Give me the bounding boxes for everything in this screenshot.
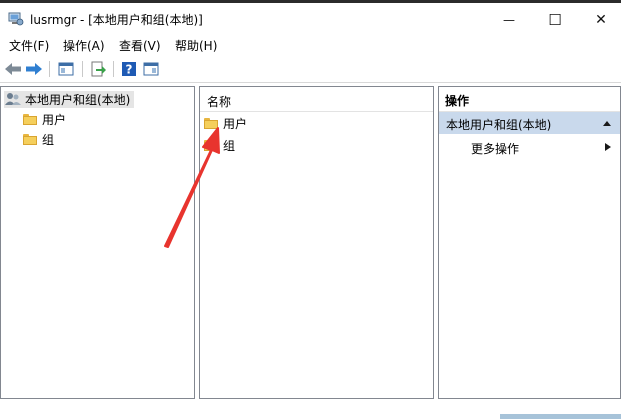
tree-root-item[interactable]: 本地用户和组(本地) bbox=[4, 90, 135, 108]
maximize-button[interactable]: ☐ bbox=[532, 6, 578, 34]
tree-item-label: 组 bbox=[42, 132, 55, 147]
list-item-groups[interactable]: 组 bbox=[204, 136, 235, 154]
title-bar[interactable]: lusrmgr - [本地用户和组(本地)] — ☐ ✕ bbox=[0, 3, 621, 33]
back-button[interactable] bbox=[3, 60, 23, 78]
list-item-users[interactable]: 用户 bbox=[204, 114, 247, 132]
export-list-icon bbox=[91, 61, 106, 77]
show-action-pane-button[interactable] bbox=[141, 60, 161, 78]
window-title: lusrmgr - [本地用户和组(本地)] bbox=[30, 13, 203, 27]
actions-header-label: 操作 bbox=[445, 94, 470, 108]
folder-icon bbox=[23, 133, 37, 145]
actions-pane: 操作 本地用户和组(本地) 更多操作 bbox=[438, 86, 621, 399]
folder-icon bbox=[204, 139, 218, 151]
console-tree-pane[interactable]: 本地用户和组(本地) 用户 组 bbox=[0, 86, 195, 399]
export-list-button[interactable] bbox=[88, 60, 108, 78]
more-actions-item[interactable]: 更多操作 bbox=[439, 136, 620, 158]
folder-icon bbox=[23, 113, 37, 125]
minimize-button[interactable]: — bbox=[486, 6, 532, 34]
forward-arrow-icon bbox=[26, 63, 42, 75]
tree-item-label: 用户 bbox=[42, 112, 67, 127]
toolbar: ? bbox=[0, 57, 621, 83]
menu-action[interactable]: 操作(A) bbox=[63, 37, 105, 54]
folder-icon bbox=[204, 117, 218, 129]
close-icon: ✕ bbox=[595, 12, 607, 28]
tree-root-label: 本地用户和组(本地) bbox=[25, 92, 131, 107]
toolbar-separator bbox=[82, 61, 83, 77]
local-users-groups-icon bbox=[5, 93, 21, 105]
computer-management-icon bbox=[8, 12, 24, 26]
maximize-icon: ☐ bbox=[548, 11, 562, 29]
show-action-pane-icon bbox=[143, 62, 159, 76]
show-hide-tree-button[interactable] bbox=[56, 60, 76, 78]
taskbar-edge bbox=[500, 414, 621, 419]
minimize-icon: — bbox=[503, 13, 515, 27]
menu-help[interactable]: 帮助(H) bbox=[175, 37, 217, 54]
back-arrow-icon bbox=[5, 63, 21, 75]
menu-view[interactable]: 查看(V) bbox=[119, 37, 161, 54]
actions-section-local-users-groups[interactable]: 本地用户和组(本地) bbox=[439, 112, 620, 134]
svg-text:?: ? bbox=[126, 63, 133, 77]
column-header-label: 名称 bbox=[207, 95, 232, 109]
actions-section-label: 本地用户和组(本地) bbox=[446, 118, 552, 132]
collapse-up-icon[interactable] bbox=[602, 119, 612, 127]
tree-item-groups[interactable]: 组 bbox=[23, 130, 54, 148]
menu-file[interactable]: 文件(F) bbox=[9, 37, 49, 54]
toolbar-separator bbox=[113, 61, 114, 77]
help-icon: ? bbox=[122, 62, 136, 77]
list-item-label: 用户 bbox=[223, 116, 248, 131]
actions-header: 操作 bbox=[439, 87, 620, 112]
show-hide-tree-icon bbox=[58, 62, 74, 76]
result-list-pane[interactable]: 名称 用户 组 bbox=[199, 86, 434, 399]
toolbar-separator bbox=[49, 61, 50, 77]
tree-item-users[interactable]: 用户 bbox=[23, 110, 66, 128]
more-actions-label: 更多操作 bbox=[471, 142, 520, 156]
list-item-label: 组 bbox=[223, 138, 236, 153]
menu-bar: 文件(F) 操作(A) 查看(V) 帮助(H) bbox=[0, 34, 621, 56]
column-header-name[interactable]: 名称 bbox=[200, 87, 433, 112]
close-button[interactable]: ✕ bbox=[578, 6, 621, 34]
help-button[interactable]: ? bbox=[119, 60, 139, 78]
forward-button[interactable] bbox=[24, 60, 44, 78]
submenu-arrow-icon bbox=[605, 143, 611, 151]
